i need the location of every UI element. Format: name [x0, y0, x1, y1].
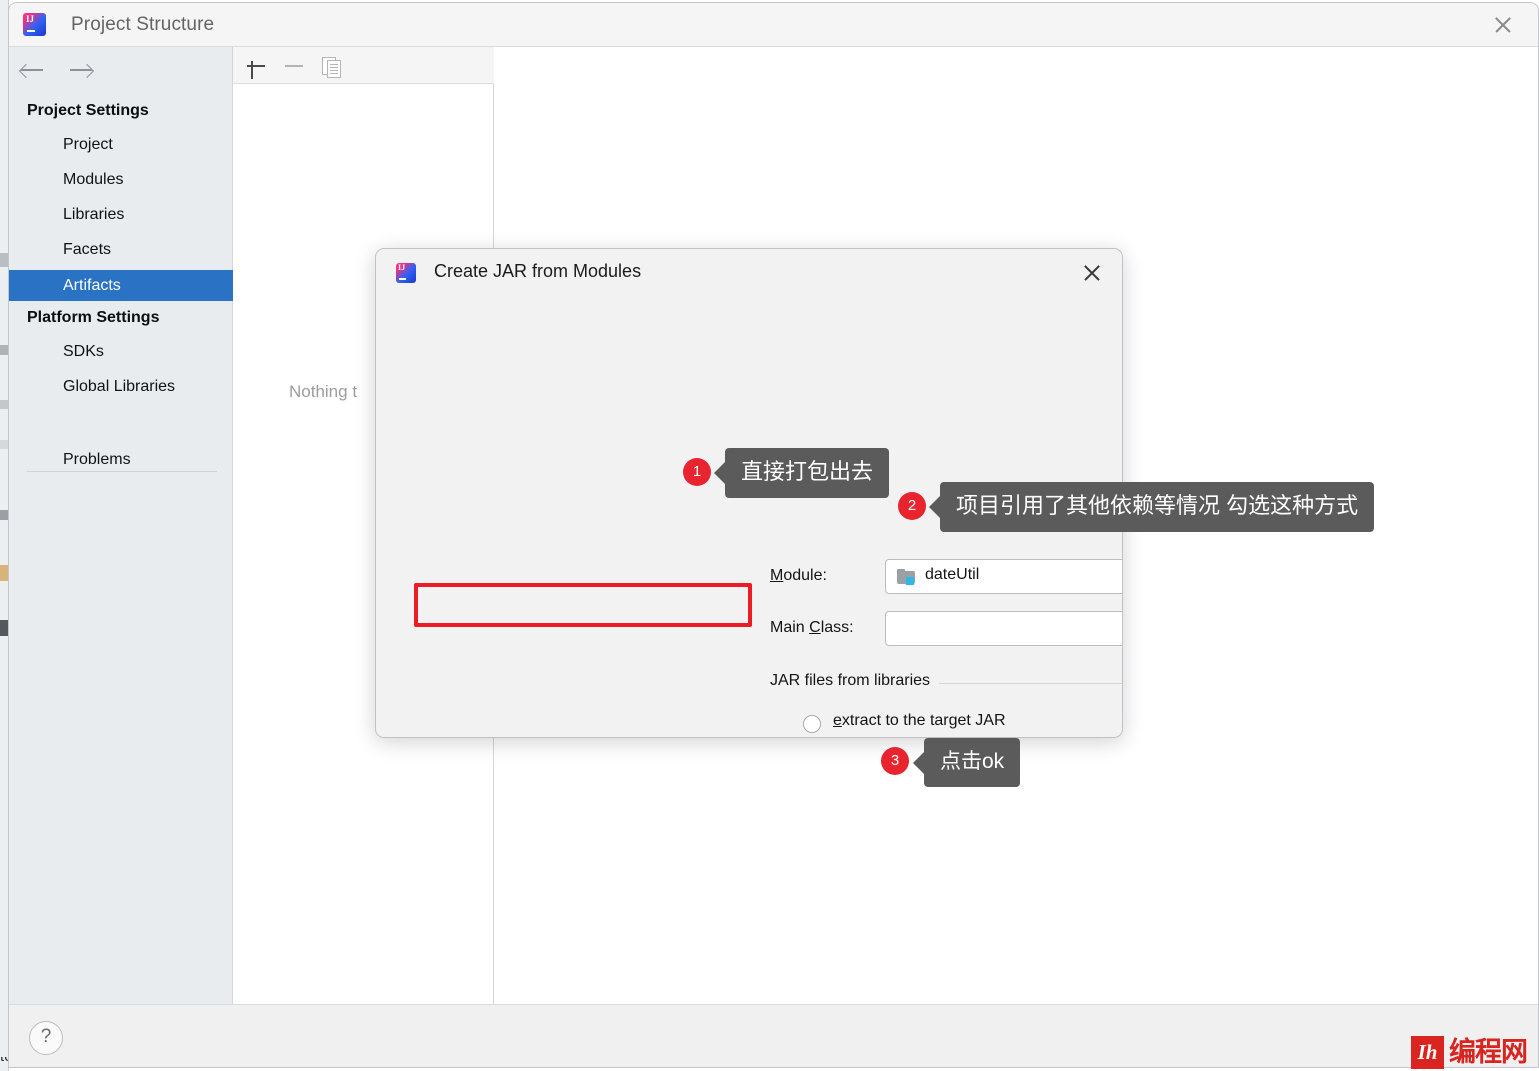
window-button-bar: ? OK Cancel Apply: [9, 1004, 1538, 1067]
forward-arrow-icon[interactable]: [66, 56, 96, 84]
dialog-title: Create JAR from Modules: [434, 261, 642, 281]
site-watermark: Ih 编程网: [1411, 1034, 1539, 1071]
help-button[interactable]: ?: [29, 1021, 63, 1055]
intellij-idea-logo-icon: [23, 13, 46, 36]
module-label: Module:: [770, 567, 827, 584]
annotation-badge-2: 2: [898, 492, 926, 520]
annotation-tooltip-3: 点击ok: [912, 738, 1021, 787]
watermark-text: 编程网: [1449, 1037, 1528, 1067]
sidebar-item-project[interactable]: Project: [9, 129, 233, 160]
module-folder-icon: [897, 569, 915, 585]
sidebar-item-modules[interactable]: Modules: [9, 164, 233, 195]
annotation-tooltip-1: 直接打包出去: [713, 448, 890, 498]
annotation-badge-3: 3: [881, 747, 909, 775]
watermark-logo-icon: Ih: [1411, 1036, 1444, 1069]
window-title: Project Structure: [71, 14, 215, 35]
module-select[interactable]: dateUtil: [885, 559, 1122, 594]
sidebar-item-global-libraries[interactable]: Global Libraries: [9, 371, 233, 402]
close-icon[interactable]: [1490, 13, 1516, 37]
sidebar-item-problems[interactable]: Problems: [9, 444, 233, 475]
artifacts-toolbar: [233, 47, 494, 84]
annotation-tooltip-2: 项目引用了其他依赖等情况 勾选这种方式: [928, 482, 1375, 532]
empty-state-text: Nothing t: [289, 382, 358, 401]
close-icon[interactable]: [1080, 262, 1104, 284]
sidebar-item-sdks[interactable]: SDKs: [9, 336, 233, 367]
main-class-field[interactable]: [885, 611, 1122, 646]
sidebar-heading-project-settings: Project Settings: [27, 102, 149, 119]
module-select-value: dateUtil: [925, 566, 980, 583]
main-class-label: Main Class:: [770, 619, 854, 636]
radio-extract-indicator[interactable]: [803, 715, 821, 733]
navigation-arrows: [17, 56, 96, 84]
annotation-badge-1: 1: [683, 458, 711, 486]
jar-libraries-group-title: JAR files from libraries: [770, 672, 940, 690]
sidebar-item-artifacts[interactable]: Artifacts: [9, 270, 233, 301]
window-titlebar: Project Structure: [9, 3, 1538, 47]
copy-icon[interactable]: [319, 53, 345, 79]
plus-icon[interactable]: [243, 53, 269, 80]
sidebar-item-facets[interactable]: Facets: [9, 234, 233, 265]
back-arrow-icon[interactable]: [17, 56, 47, 84]
minus-icon[interactable]: [281, 53, 307, 79]
sidebar-heading-platform-settings: Platform Settings: [27, 309, 160, 326]
settings-sidebar: Project Settings Project Modules Librari…: [9, 47, 233, 1004]
intellij-idea-logo-icon: [396, 263, 416, 283]
radio-extract-label[interactable]: extract to the target JAR: [833, 712, 1006, 730]
sidebar-item-libraries[interactable]: Libraries: [9, 199, 233, 230]
